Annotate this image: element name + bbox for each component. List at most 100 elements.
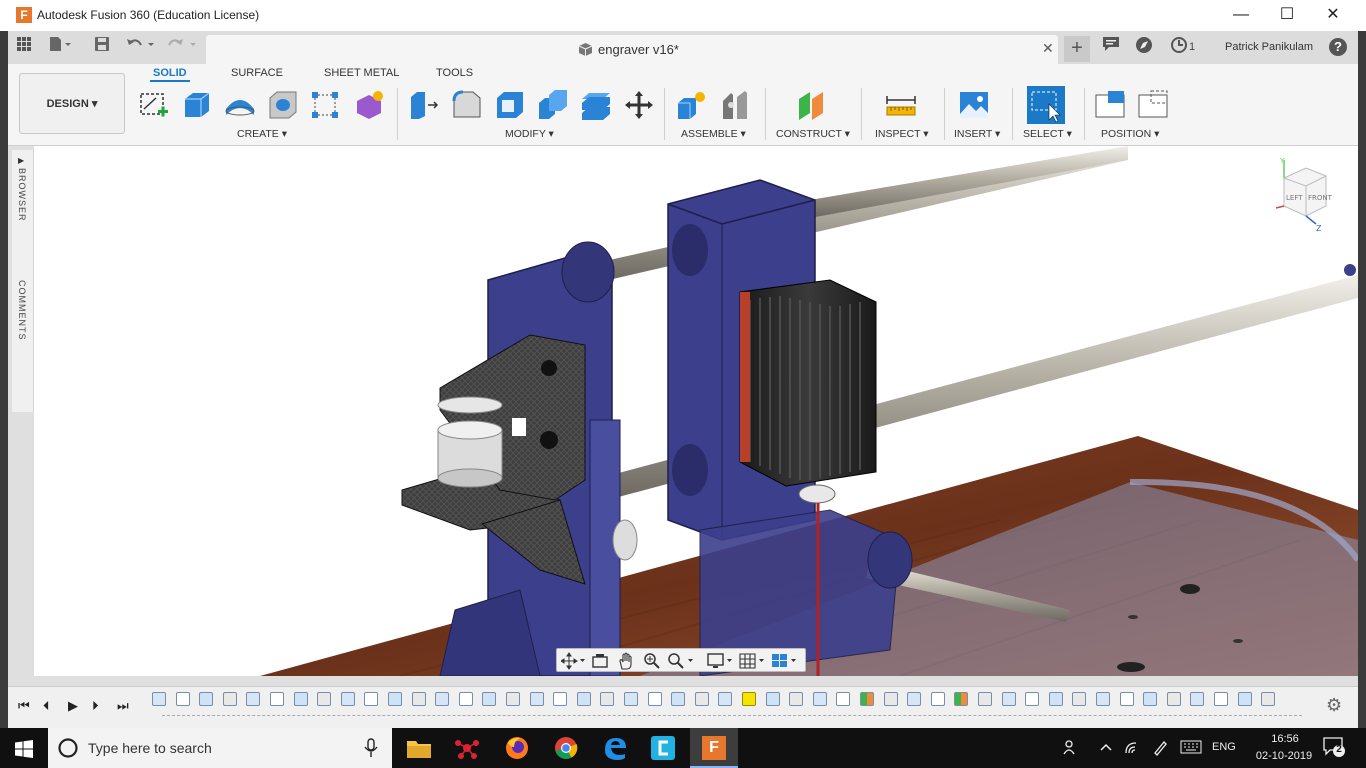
fit-icon[interactable]	[667, 652, 695, 670]
extrude-icon[interactable]	[181, 89, 213, 121]
timeline-feature-icon[interactable]	[1166, 692, 1181, 706]
microphone-icon[interactable]	[364, 738, 378, 758]
timeline-feature-icon[interactable]	[647, 692, 662, 706]
close-window-button[interactable]: ✕	[1310, 0, 1356, 31]
inspect-menu[interactable]: INSPECT ▾	[875, 128, 929, 140]
pan-hand-icon[interactable]	[617, 652, 635, 670]
timeline-feature-icon[interactable]	[883, 692, 898, 706]
keyboard-icon[interactable]	[1180, 740, 1202, 754]
timeline-feature-icon[interactable]	[600, 692, 615, 706]
comment-icon[interactable]	[1100, 36, 1122, 58]
file-explorer-icon[interactable]	[404, 733, 434, 763]
timeline-feature-icon[interactable]	[553, 692, 568, 706]
timeline-settings-icon[interactable]: ⚙	[1326, 695, 1342, 716]
pen-workspace-icon[interactable]	[1152, 738, 1170, 756]
minimize-button[interactable]: —	[1218, 0, 1264, 31]
grid-settings-icon[interactable]	[739, 652, 767, 670]
timeline-feature-icon[interactable]	[860, 692, 874, 706]
measure-icon[interactable]	[885, 89, 917, 121]
pattern-icon[interactable]	[309, 89, 341, 121]
select-button[interactable]	[1027, 86, 1065, 124]
viewcube-front-face[interactable]: FRONT	[1308, 194, 1333, 202]
timeline-feature-icon[interactable]	[1214, 692, 1228, 706]
molecule-app-icon[interactable]	[452, 733, 482, 763]
clock-time[interactable]: 16:56	[1261, 733, 1309, 745]
timeline-feature-icon[interactable]	[246, 692, 261, 706]
extensions-icon[interactable]	[1133, 36, 1155, 58]
redo-icon[interactable]	[167, 36, 196, 58]
timeline-feature-icon[interactable]	[222, 692, 237, 706]
timeline-feature-icon[interactable]	[1261, 692, 1276, 706]
timeline-feature-icon[interactable]	[175, 692, 190, 706]
select-menu[interactable]: SELECT ▾	[1023, 128, 1072, 140]
viewports-icon[interactable]	[771, 652, 799, 670]
timeline-first-button[interactable]: ⏮	[18, 698, 30, 714]
close-tab-button[interactable]: ✕	[1042, 40, 1054, 57]
revolve-icon[interactable]	[224, 89, 256, 121]
timeline-feature-icon[interactable]	[506, 692, 520, 706]
timeline-next-button[interactable]: ⏵	[92, 698, 99, 714]
display-settings-icon[interactable]	[707, 652, 735, 670]
timeline-feature-icon[interactable]	[317, 692, 332, 706]
split-body-icon[interactable]	[580, 89, 612, 121]
move-icon[interactable]	[623, 89, 655, 121]
timeline-feature-icon[interactable]	[411, 692, 426, 706]
undo-icon[interactable]	[125, 36, 154, 58]
timeline-feature-icon[interactable]	[364, 692, 379, 706]
revert-position-icon[interactable]	[1137, 89, 1169, 121]
timeline-feature-icon[interactable]	[1001, 692, 1016, 706]
timeline-feature-icon[interactable]	[1143, 692, 1158, 706]
viewcube-left-face[interactable]: LEFT	[1286, 194, 1303, 202]
canvas-viewport[interactable]: LEFT FRONT Y Z	[34, 146, 1358, 676]
firefox-icon[interactable]	[502, 733, 532, 763]
timeline-feature-icon[interactable]	[694, 692, 709, 706]
capture-position-icon[interactable]	[1094, 89, 1126, 121]
tab-surface[interactable]: SURFACE	[231, 67, 283, 79]
tab-solid[interactable]: SOLID	[150, 67, 190, 82]
wifi-icon[interactable]	[1124, 739, 1140, 755]
new-component-icon[interactable]	[676, 89, 708, 121]
tab-sheet-metal[interactable]: SHEET METAL	[324, 67, 399, 79]
shell-icon[interactable]	[494, 89, 526, 121]
create-menu[interactable]: CREATE ▾	[237, 128, 287, 140]
help-icon[interactable]: ?	[1329, 38, 1347, 56]
maximize-button[interactable]: ☐	[1264, 0, 1310, 31]
construct-menu[interactable]: CONSTRUCT ▾	[776, 128, 850, 140]
job-status-icon[interactable]	[1168, 36, 1190, 58]
language-indicator[interactable]: ENG	[1212, 741, 1236, 753]
browser-panel-collapsed[interactable]: ▶ BROWSER COMMENTS	[12, 150, 34, 412]
timeline-feature-icon[interactable]	[954, 692, 969, 706]
timeline-feature-icon[interactable]	[1119, 692, 1134, 706]
zoom-icon[interactable]	[643, 652, 661, 670]
expand-browser-icon[interactable]: ▶	[18, 156, 24, 165]
timeline-feature-icon[interactable]	[529, 692, 544, 706]
timeline-feature-icon[interactable]	[482, 692, 497, 706]
windows-start-icon[interactable]	[15, 740, 33, 758]
timeline-feature-icon[interactable]	[388, 692, 402, 706]
timeline-feature-icon[interactable]	[836, 692, 851, 706]
timeline-last-button[interactable]: ⏭	[117, 698, 129, 714]
fillet-icon[interactable]	[451, 89, 483, 121]
clock-date[interactable]: 02-10-2019	[1249, 750, 1319, 762]
timeline-feature-icon[interactable]	[1048, 692, 1063, 706]
workspace-switcher-button[interactable]: DESIGN ▾	[19, 73, 125, 134]
create-sketch-icon[interactable]	[138, 89, 170, 121]
timeline-feature-icon[interactable]	[812, 692, 827, 706]
timeline-feature-icon[interactable]	[1096, 692, 1110, 706]
save-icon[interactable]	[91, 36, 113, 58]
position-menu[interactable]: POSITION ▾	[1101, 128, 1159, 140]
fusion-taskbar-button[interactable]: F	[690, 728, 738, 768]
timeline-feature-icon[interactable]	[576, 692, 591, 706]
tab-tools[interactable]: TOOLS	[436, 67, 473, 79]
data-panel-grid-icon[interactable]	[13, 36, 35, 58]
joint-icon[interactable]	[719, 89, 751, 121]
create-form-icon[interactable]	[353, 89, 385, 121]
timeline-feature-icon[interactable]	[930, 692, 945, 706]
comments-label[interactable]: COMMENTS	[17, 280, 27, 341]
timeline-feature-icon[interactable]	[742, 692, 756, 706]
orbit-icon[interactable]	[561, 652, 585, 670]
offset-plane-icon[interactable]	[796, 89, 828, 121]
look-at-icon[interactable]	[591, 652, 609, 670]
file-menu-icon[interactable]	[48, 36, 71, 58]
insert-image-icon[interactable]	[958, 89, 990, 121]
